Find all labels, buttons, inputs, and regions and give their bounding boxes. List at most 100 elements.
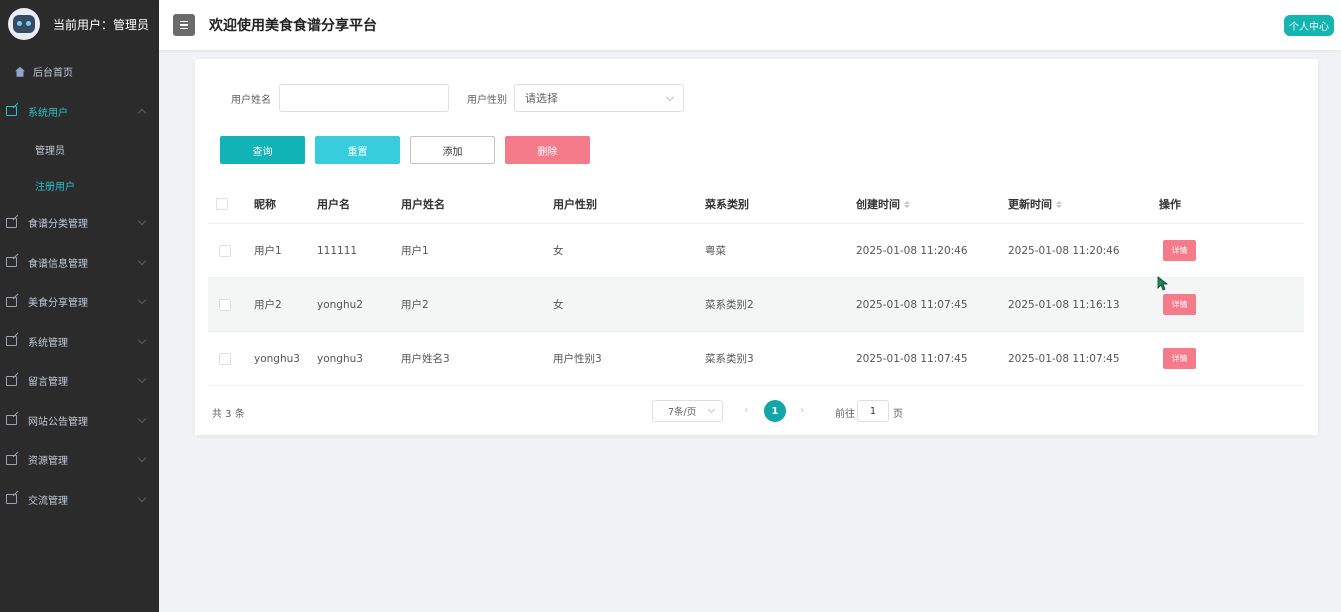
- page-number-current[interactable]: 1: [764, 400, 786, 422]
- cell-gender: 女: [553, 245, 564, 257]
- col-gender: 用户性别: [553, 198, 597, 211]
- chevron-down-icon: [665, 92, 675, 102]
- chevron-down-icon: [137, 295, 147, 305]
- pagination: 共 3 条 7条/页 ‹ 1 › 前往 1 页: [195, 400, 1318, 422]
- sidebar-header: 当前用户：管理员: [0, 0, 159, 48]
- reset-button[interactable]: 重置: [315, 136, 400, 164]
- edit-icon: [5, 256, 17, 268]
- chevron-down-icon: [137, 453, 147, 463]
- page-size-value: 7条/页: [668, 407, 697, 418]
- goto-page-input[interactable]: 1: [857, 400, 889, 422]
- sidebar: 当前用户：管理员 后台首页 系统用户 管理员 注册用户 食谱分类管理 食谱信息管…: [0, 0, 159, 612]
- sidebar-item-label: 食谱信息管理: [28, 258, 88, 270]
- cell-nickname: 用户2: [254, 299, 282, 311]
- page-title: 欢迎使用美食食谱分享平台: [209, 18, 377, 34]
- sidebar-item-food-share[interactable]: 美食分享管理: [0, 282, 159, 322]
- chevron-down-icon: [137, 493, 147, 502]
- gender-filter-select[interactable]: 请选择: [514, 84, 684, 112]
- sort-icon[interactable]: [1056, 200, 1062, 208]
- current-user-label: 当前用户：管理员: [53, 17, 150, 32]
- edit-icon: [5, 296, 17, 308]
- sidebar-item-label: 后台首页: [33, 68, 73, 80]
- name-filter-input[interactable]: [279, 84, 449, 112]
- sidebar-subitem-label: 管理员: [35, 145, 65, 157]
- edit-icon: [5, 375, 17, 387]
- sidebar-item-system-management[interactable]: 系统管理: [0, 322, 159, 362]
- sidebar-menu: 后台首页 系统用户 管理员 注册用户 食谱分类管理 食谱信息管理 美食分享管理: [0, 48, 159, 519]
- col-updated-sortable[interactable]: 更新时间: [1008, 185, 1062, 223]
- detail-button[interactable]: 详情: [1163, 240, 1196, 261]
- edit-icon: [5, 335, 17, 347]
- cell-username: yonghu3: [317, 352, 363, 365]
- col-created-sortable[interactable]: 创建时间: [856, 185, 910, 223]
- sidebar-subitem-registered-users[interactable]: 注册用户: [0, 167, 159, 203]
- delete-button[interactable]: 删除: [505, 136, 590, 164]
- cell-username: 111111: [317, 244, 358, 257]
- sidebar-subitem-label: 注册用户: [35, 181, 75, 193]
- chevron-down-icon: [137, 414, 147, 423]
- cell-updated: 2025-01-08 11:16:13: [1008, 298, 1120, 311]
- chevron-up-icon: [137, 108, 147, 117]
- sidebar-item-label: 系统管理: [28, 337, 68, 349]
- detail-button[interactable]: 详情: [1163, 294, 1196, 315]
- name-filter-label: 用户姓名: [231, 95, 271, 106]
- cell-realname: 用户2: [401, 299, 429, 311]
- sidebar-item-label: 网站公告管理: [28, 416, 88, 428]
- hamburger-icon: [180, 20, 188, 23]
- cell-nickname: 用户1: [254, 245, 282, 257]
- sidebar-item-announcements[interactable]: 网站公告管理: [0, 401, 159, 441]
- sort-icon[interactable]: [904, 200, 910, 208]
- cell-cuisine: 菜系类别2: [705, 299, 754, 311]
- top-bar: 欢迎使用美食食谱分享平台 个人中心: [159, 0, 1341, 50]
- edit-icon: [5, 105, 17, 117]
- sidebar-item-resources[interactable]: 资源管理: [0, 440, 159, 480]
- avatar: [8, 8, 40, 40]
- add-button[interactable]: 添加: [410, 136, 495, 164]
- sidebar-item-recipe-info[interactable]: 食谱信息管理: [0, 243, 159, 283]
- col-cuisine: 菜系类别: [705, 198, 749, 211]
- profile-button[interactable]: 个人中心: [1284, 15, 1334, 36]
- edit-icon: [5, 454, 17, 466]
- prev-page-button[interactable]: ‹: [744, 403, 748, 416]
- sidebar-item-label: 美食分享管理: [28, 298, 88, 310]
- row-checkbox[interactable]: [219, 224, 231, 277]
- cell-created: 2025-01-08 11:20:46: [856, 244, 968, 257]
- sidebar-item-label: 留言管理: [28, 377, 68, 389]
- cell-updated: 2025-01-08 11:07:45: [1008, 352, 1120, 365]
- cell-nickname: yonghu3: [254, 352, 300, 365]
- home-icon: [15, 66, 25, 77]
- goto-label: 前往: [835, 409, 855, 420]
- table-row: yonghu3 yonghu3 用户姓名3 用户性别3 菜系类别3 2025-0…: [208, 332, 1304, 386]
- sidebar-subitem-admin[interactable]: 管理员: [0, 131, 159, 167]
- filter-bar: 用户姓名 用户性别 请选择: [195, 84, 1318, 112]
- sidebar-item-communication[interactable]: 交流管理: [0, 480, 159, 520]
- cell-cuisine: 粤菜: [705, 245, 726, 257]
- sidebar-item-label: 食谱分类管理: [28, 219, 88, 231]
- cell-username: yonghu2: [317, 298, 363, 311]
- sidebar-item-home[interactable]: 后台首页: [0, 52, 159, 92]
- sidebar-item-recipe-category[interactable]: 食谱分类管理: [0, 203, 159, 243]
- edit-icon: [5, 217, 17, 229]
- col-updated-label: 更新时间: [1008, 198, 1052, 211]
- gender-filter-label: 用户性别: [467, 95, 507, 106]
- sidebar-item-system-users[interactable]: 系统用户: [0, 92, 159, 132]
- page-size-select[interactable]: 7条/页: [652, 400, 723, 422]
- detail-button[interactable]: 详情: [1163, 348, 1196, 369]
- query-button[interactable]: 查询: [220, 136, 305, 164]
- chevron-down-icon: [137, 374, 147, 384]
- row-checkbox[interactable]: [219, 278, 231, 331]
- gender-select-placeholder: 请选择: [525, 92, 558, 105]
- chevron-down-icon: [137, 216, 147, 226]
- cell-actions: 详情: [1163, 332, 1196, 385]
- menu-toggle-button[interactable]: [173, 14, 195, 36]
- col-realname: 用户姓名: [401, 198, 445, 211]
- sidebar-item-label: 系统用户: [28, 107, 68, 119]
- cell-realname: 用户1: [401, 245, 429, 257]
- select-all-checkbox[interactable]: [216, 185, 228, 223]
- next-page-button[interactable]: ›: [800, 403, 804, 416]
- page-unit-label: 页: [893, 409, 903, 420]
- sidebar-item-messages[interactable]: 留言管理: [0, 361, 159, 401]
- row-checkbox[interactable]: [219, 332, 231, 385]
- col-username: 用户名: [317, 198, 350, 211]
- cell-gender: 用户性别3: [553, 353, 602, 365]
